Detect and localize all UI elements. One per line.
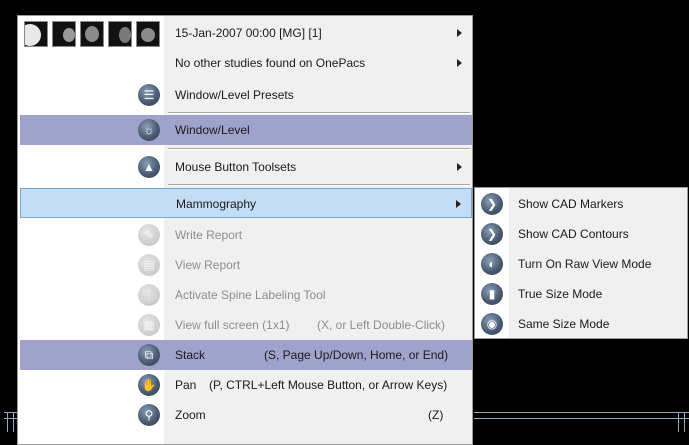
menu-item-label: No other studies found on OnePacs (175, 56, 366, 70)
menu-item-label: Window/Level (175, 123, 250, 137)
write-report-icon: ✎ (138, 224, 160, 246)
shortcut-hint: (P, CTRL+Left Mouse Button, or Arrow Key… (209, 378, 448, 392)
menu-item-view-report[interactable]: ▤ View Report (20, 250, 472, 280)
menu-item-label: View Report (175, 258, 241, 272)
menu-separator (168, 184, 470, 186)
submenu-arrow-icon (457, 163, 462, 171)
viewport-divider (13, 412, 14, 432)
submenu-arrow-icon (457, 29, 462, 37)
menu-item-spine-labeling[interactable]: ⋮ Activate Spine Labeling Tool (20, 280, 472, 310)
menu-item-label: Zoom (175, 408, 206, 422)
window-level-icon: ☼ (138, 119, 160, 141)
menu-item-label: Activate Spine Labeling Tool (175, 288, 326, 302)
menu-item-window-level-presets[interactable]: ☰ Window/Level Presets (20, 80, 472, 110)
cad-contours-icon: ❯ (481, 223, 503, 245)
submenu-item-label: Show CAD Contours (518, 227, 629, 241)
menu-item-label: Write Report (175, 228, 243, 242)
viewport-divider (678, 412, 679, 432)
cad-markers-icon: ❯ (481, 193, 503, 215)
submenu-item-label: True Size Mode (518, 287, 603, 301)
viewport-divider (7, 412, 8, 432)
menu-item-label: Pan (175, 378, 197, 392)
menu-item-pan[interactable]: ✋ Pan (P, CTRL+Left Mouse Button, or Arr… (20, 370, 472, 400)
context-menu: 15-Jan-2007 00:00 [MG] [1] No other stud… (17, 15, 473, 445)
menu-item-full-screen[interactable]: ▦ View full screen (1x1) (X, or Left Dou… (20, 310, 472, 340)
viewport-border-left (4, 412, 17, 413)
viewport-border-right (474, 418, 689, 419)
menu-item-zoom[interactable]: ⚲ Zoom (Z) (20, 400, 472, 430)
menu-item-study-date[interactable]: 15-Jan-2007 00:00 [MG] [1] (20, 18, 472, 48)
submenu-item-raw-view-mode[interactable]: ◐ Turn On Raw View Mode (476, 249, 686, 279)
submenu-item-label: Show CAD Markers (518, 197, 624, 211)
submenu-item-same-size-mode[interactable]: ◉ Same Size Mode (476, 309, 686, 339)
shortcut-hint: (Z) (428, 408, 444, 422)
menu-item-write-report[interactable]: ✎ Write Report (20, 220, 472, 250)
menu-item-label: 15-Jan-2007 00:00 [MG] [1] (175, 26, 322, 40)
menu-item-stack[interactable]: ⧉ Stack (S, Page Up/Down, Home, or End) (20, 340, 472, 370)
viewport-divider (684, 412, 685, 432)
menu-item-mammography[interactable]: Mammography (20, 188, 472, 218)
same-size-icon: ◉ (481, 313, 503, 335)
stack-icon: ⧉ (138, 344, 160, 366)
menu-item-label: Window/Level Presets (175, 88, 294, 102)
presets-icon: ☰ (138, 84, 160, 106)
toolsets-icon: ▲ (138, 156, 160, 178)
menu-item-label: Stack (175, 348, 206, 362)
mammography-submenu: ❯ Show CAD Markers ❯ Show CAD Contours ◐… (474, 187, 688, 339)
menu-item-window-level[interactable]: ☼ Window/Level (20, 115, 472, 145)
menu-separator (168, 112, 470, 114)
submenu-item-label: Same Size Mode (518, 317, 610, 331)
viewport-border-right (474, 412, 689, 413)
fullscreen-icon: ▦ (138, 314, 160, 336)
menu-item-label: View full screen (1x1) (175, 318, 290, 332)
menu-item-label: Mammography (176, 197, 257, 211)
menu-item-mouse-button-toolsets[interactable]: ▲ Mouse Button Toolsets (20, 152, 472, 182)
submenu-item-show-cad-contours[interactable]: ❯ Show CAD Contours (476, 219, 686, 249)
view-report-icon: ▤ (138, 254, 160, 276)
pan-hand-icon: ✋ (138, 374, 160, 396)
ruler-icon: ▮ (481, 283, 503, 305)
menu-separator (168, 148, 470, 150)
menu-item-other-studies[interactable]: No other studies found on OnePacs (20, 48, 472, 78)
shortcut-hint: (S, Page Up/Down, Home, or End) (264, 348, 449, 362)
viewport-border-left (4, 418, 17, 419)
menu-item-label: Mouse Button Toolsets (175, 160, 297, 174)
submenu-item-label: Turn On Raw View Mode (518, 257, 652, 271)
submenu-arrow-icon (456, 200, 461, 208)
submenu-arrow-icon (457, 59, 462, 67)
submenu-item-true-size-mode[interactable]: ▮ True Size Mode (476, 279, 686, 309)
raw-view-icon: ◐ (481, 253, 503, 275)
submenu-item-show-cad-markers[interactable]: ❯ Show CAD Markers (476, 189, 686, 219)
spine-icon: ⋮ (138, 284, 160, 306)
shortcut-hint: (X, or Left Double-Click) (317, 318, 446, 332)
zoom-icon: ⚲ (138, 404, 160, 426)
